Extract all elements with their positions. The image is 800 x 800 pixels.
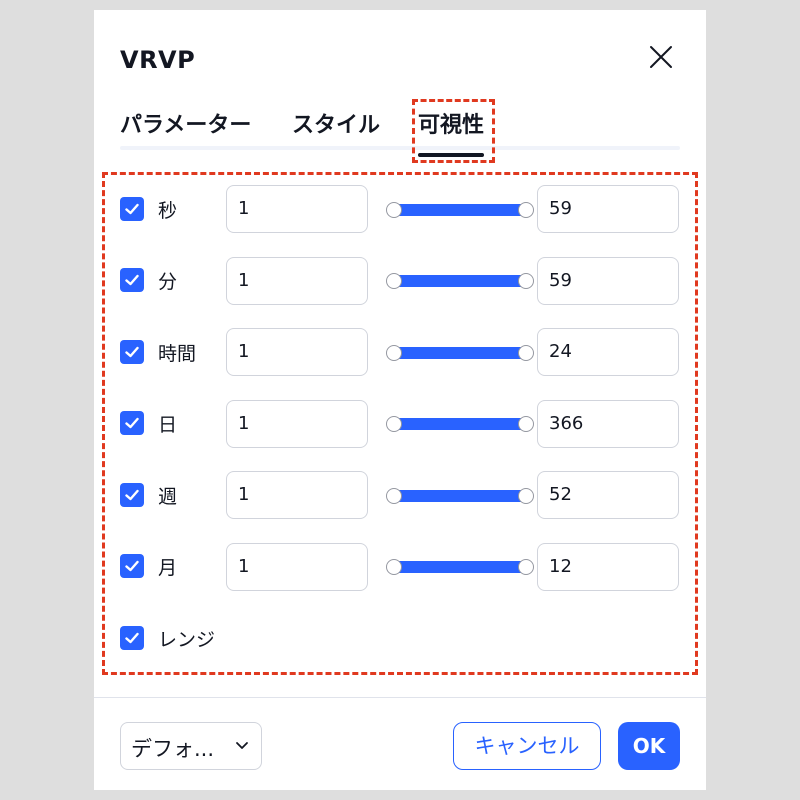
weeks-label: 週: [158, 486, 178, 508]
weeks-max-input[interactable]: 52: [537, 471, 679, 519]
cancel-button[interactable]: キャンセル: [453, 722, 601, 770]
slider-track: [393, 561, 527, 573]
interval-row-days: 日 1 366: [120, 399, 680, 449]
range-label: レンジ: [158, 629, 216, 651]
seconds-min-input[interactable]: 1: [226, 185, 368, 233]
check-icon: [125, 489, 139, 501]
months-label: 月: [158, 557, 178, 579]
range-row: レンジ: [120, 624, 680, 654]
slider-max-handle[interactable]: [518, 202, 534, 218]
hours-checkbox[interactable]: [120, 340, 144, 364]
slider-track: [393, 275, 527, 287]
months-range-slider[interactable]: [386, 555, 534, 579]
slider-track: [393, 204, 527, 216]
slider-min-handle[interactable]: [386, 273, 402, 289]
interval-row-minutes: 分 1 59: [120, 256, 680, 306]
slider-max-handle[interactable]: [518, 273, 534, 289]
slider-track: [393, 347, 527, 359]
slider-min-handle[interactable]: [386, 202, 402, 218]
check-icon: [125, 632, 139, 644]
days-range-slider[interactable]: [386, 412, 534, 436]
seconds-range-slider[interactable]: [386, 198, 534, 222]
check-icon: [125, 346, 139, 358]
template-dropdown[interactable]: デフォ...: [120, 722, 262, 770]
check-icon: [125, 203, 139, 215]
minutes-max-input[interactable]: 59: [537, 257, 679, 305]
tab-style[interactable]: スタイル: [292, 107, 380, 139]
slider-track: [393, 490, 527, 502]
seconds-max-input[interactable]: 59: [537, 185, 679, 233]
minutes-checkbox[interactable]: [120, 268, 144, 292]
months-max-input[interactable]: 12: [537, 543, 679, 591]
seconds-label: 秒: [158, 200, 178, 222]
slider-max-handle[interactable]: [518, 416, 534, 432]
hours-max-input[interactable]: 24: [537, 328, 679, 376]
check-icon: [125, 417, 139, 429]
hours-range-slider[interactable]: [386, 341, 534, 365]
hours-min-input[interactable]: 1: [226, 328, 368, 376]
visibility-dialog: VRVP パラメーター スタイル 可視性 秒 1 59 分 1 59 時間 1 …: [94, 10, 706, 790]
seconds-checkbox[interactable]: [120, 197, 144, 221]
slider-min-handle[interactable]: [386, 559, 402, 575]
weeks-min-input[interactable]: 1: [226, 471, 368, 519]
days-checkbox[interactable]: [120, 411, 144, 435]
template-dropdown-label: デフォ...: [131, 737, 215, 761]
interval-row-seconds: 秒 1 59: [120, 184, 680, 234]
days-max-input[interactable]: 366: [537, 400, 679, 448]
slider-max-handle[interactable]: [518, 559, 534, 575]
days-min-input[interactable]: 1: [226, 400, 368, 448]
slider-min-handle[interactable]: [386, 488, 402, 504]
slider-track: [393, 418, 527, 430]
days-label: 日: [158, 414, 178, 436]
hours-label: 時間: [158, 343, 197, 365]
months-checkbox[interactable]: [120, 554, 144, 578]
interval-row-months: 月 1 12: [120, 542, 680, 592]
minutes-min-input[interactable]: 1: [226, 257, 368, 305]
slider-min-handle[interactable]: [386, 416, 402, 432]
slider-max-handle[interactable]: [518, 488, 534, 504]
range-checkbox[interactable]: [120, 626, 144, 650]
tab-parameters[interactable]: パラメーター: [120, 107, 251, 139]
dialog-title: VRVP: [120, 46, 196, 74]
chevron-down-icon: [236, 742, 248, 749]
tab-divider: [120, 146, 680, 150]
weeks-checkbox[interactable]: [120, 483, 144, 507]
slider-max-handle[interactable]: [518, 345, 534, 361]
interval-row-hours: 時間 1 24: [120, 327, 680, 377]
interval-row-weeks: 週 1 52: [120, 470, 680, 520]
tab-highlight-box: [412, 99, 495, 163]
check-icon: [125, 274, 139, 286]
weeks-range-slider[interactable]: [386, 484, 534, 508]
months-min-input[interactable]: 1: [226, 543, 368, 591]
minutes-range-slider[interactable]: [386, 269, 534, 293]
close-icon[interactable]: [646, 42, 676, 72]
footer-divider: [94, 697, 706, 698]
slider-min-handle[interactable]: [386, 345, 402, 361]
minutes-label: 分: [158, 271, 178, 293]
check-icon: [125, 560, 139, 572]
ok-button[interactable]: OK: [618, 722, 680, 770]
